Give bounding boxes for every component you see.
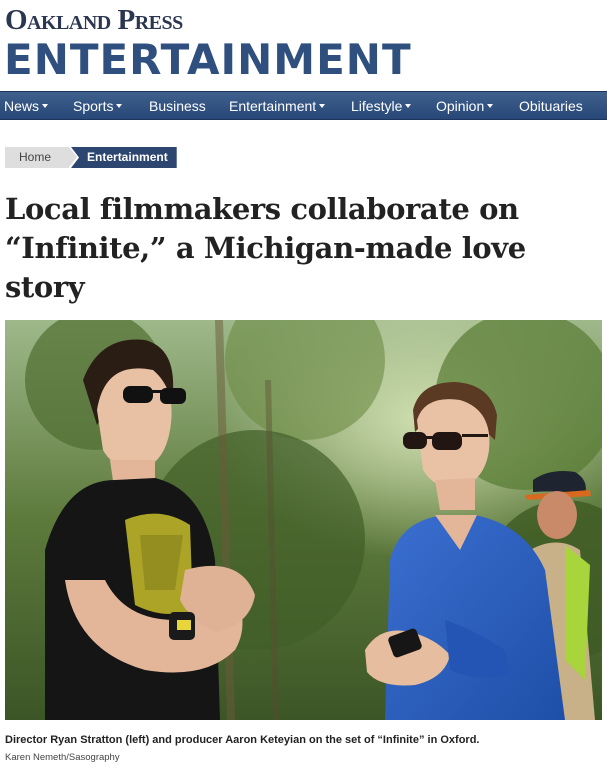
nav-item-news[interactable]: News [4, 92, 49, 121]
nav-label: News [4, 98, 40, 114]
nav-item-sports[interactable]: Sports [73, 92, 123, 121]
nav-label: Obituaries [519, 98, 583, 114]
masthead: Oakland Press ENTERTAINMENT [0, 0, 607, 90]
main-nav: News Sports Business Entertainment Lifes… [0, 91, 607, 120]
chevron-down-icon [487, 104, 494, 109]
nav-label: Business [149, 98, 206, 114]
nav-item-business[interactable]: Business [149, 92, 206, 121]
chevron-down-icon [319, 104, 326, 109]
chevron-down-icon [42, 104, 49, 109]
section-title[interactable]: ENTERTAINMENT [4, 36, 412, 84]
nav-item-entertainment[interactable]: Entertainment [229, 92, 326, 121]
article-photo [5, 320, 602, 720]
nav-item-obituaries[interactable]: Obituaries [519, 92, 583, 121]
nav-item-lifestyle[interactable]: Lifestyle [351, 92, 412, 121]
breadcrumb-current[interactable]: Entertainment [71, 147, 177, 168]
nav-label: Opinion [436, 98, 485, 114]
photo-caption: Director Ryan Stratton (left) and produc… [5, 734, 480, 746]
nav-label: Entertainment [229, 98, 317, 114]
site-logo[interactable]: Oakland Press [5, 3, 183, 37]
chevron-down-icon [116, 104, 123, 109]
breadcrumb-home[interactable]: Home [5, 147, 78, 168]
nav-label: Lifestyle [351, 98, 403, 114]
nav-label: Sports [73, 98, 114, 114]
breadcrumb: Home Entertainment [5, 147, 177, 168]
article-headline: Local filmmakers collaborate on “Infinit… [5, 192, 526, 304]
chevron-down-icon [405, 104, 412, 109]
nav-item-opinion[interactable]: Opinion [436, 92, 494, 121]
photo-credit: Karen Nemeth/Sasography [5, 752, 120, 763]
